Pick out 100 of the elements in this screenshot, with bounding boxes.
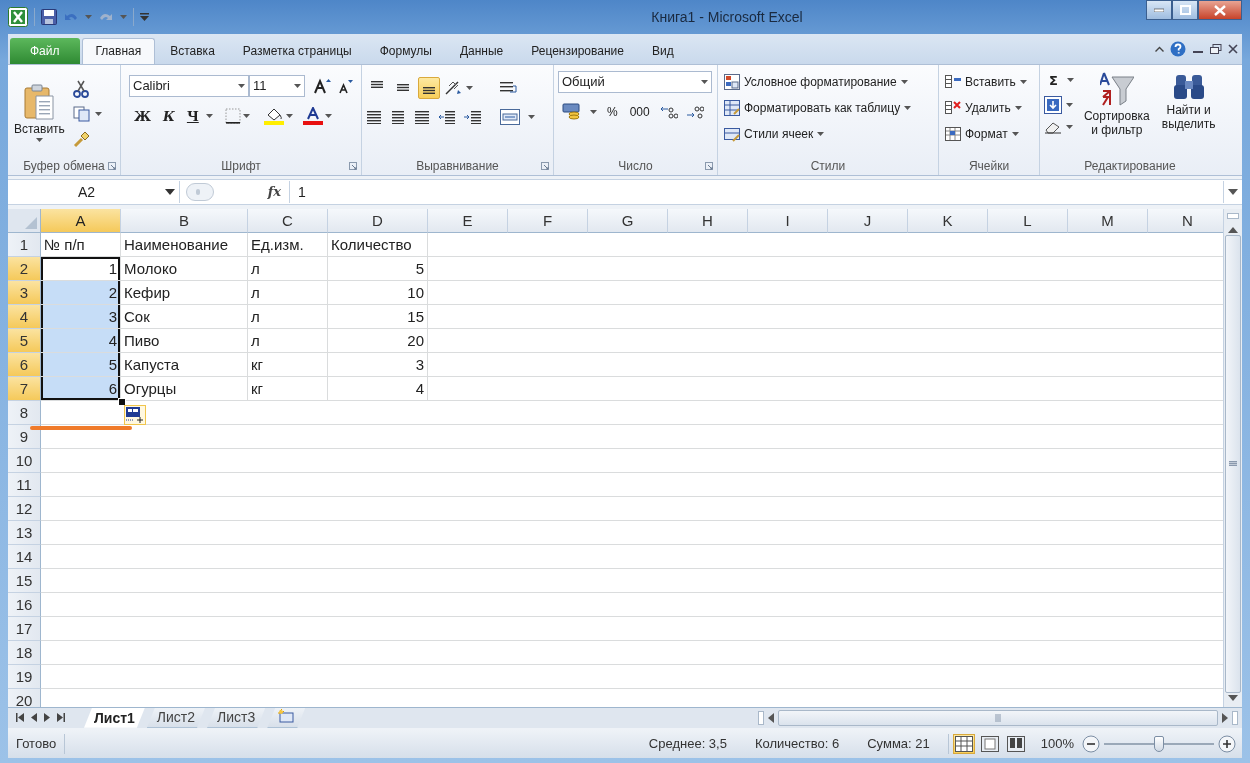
row-header[interactable]: 3 bbox=[8, 280, 41, 305]
scroll-right-icon[interactable] bbox=[1222, 712, 1228, 723]
format-as-table-button[interactable]: Форматировать как таблицу bbox=[722, 96, 914, 119]
find-select-button[interactable]: Найти и выделить bbox=[1159, 68, 1218, 133]
align-left-icon[interactable] bbox=[366, 109, 382, 124]
expand-caret-icon[interactable] bbox=[1228, 188, 1238, 195]
format-painter-icon[interactable] bbox=[72, 129, 91, 148]
page-layout-view-button[interactable] bbox=[978, 733, 1001, 754]
ribbon-tab[interactable]: Вид bbox=[638, 37, 687, 64]
row-header[interactable]: 19 bbox=[8, 664, 41, 689]
font-size-field[interactable]: 11 bbox=[249, 74, 305, 97]
decrease-decimal-icon[interactable] bbox=[685, 103, 704, 120]
column-header[interactable]: K bbox=[908, 208, 988, 233]
row-header[interactable]: 4 bbox=[8, 304, 41, 329]
spreadsheet-logo-icon[interactable] bbox=[8, 6, 28, 27]
cell-styles-button[interactable]: Стили ячеек bbox=[722, 122, 914, 145]
zoom-out-button[interactable] bbox=[1082, 734, 1100, 753]
zoom-level[interactable]: 100% bbox=[1040, 736, 1074, 752]
column-header[interactable]: M bbox=[1068, 208, 1148, 233]
caret-icon[interactable] bbox=[242, 114, 250, 119]
row-header[interactable]: 16 bbox=[8, 592, 41, 617]
sheet-tab[interactable]: Лист3 bbox=[207, 707, 266, 728]
align-right-icon[interactable] bbox=[414, 109, 430, 124]
insert-cells-button[interactable]: Вставить bbox=[943, 70, 1029, 93]
row-header[interactable]: 13 bbox=[8, 520, 41, 545]
row-header[interactable]: 7 bbox=[8, 376, 41, 401]
column-header[interactable]: G bbox=[588, 208, 668, 233]
column-header[interactable]: D bbox=[328, 208, 428, 233]
grow-font-icon[interactable] bbox=[313, 77, 331, 94]
wrap-text-icon[interactable] bbox=[499, 79, 517, 96]
vertical-scroll-thumb[interactable] bbox=[1225, 234, 1241, 693]
column-header[interactable]: I bbox=[748, 208, 828, 233]
column-header[interactable]: B bbox=[121, 208, 248, 233]
currency-format-icon[interactable] bbox=[562, 102, 582, 121]
fill-down-icon[interactable] bbox=[1044, 95, 1062, 114]
row-header[interactable]: 10 bbox=[8, 448, 41, 473]
caret-icon[interactable] bbox=[285, 114, 293, 119]
caret-icon[interactable] bbox=[205, 114, 213, 119]
zoom-slider-thumb[interactable] bbox=[1154, 735, 1164, 752]
column-header[interactable]: A bbox=[41, 208, 121, 233]
italic-button[interactable]: К bbox=[158, 106, 180, 126]
help-icon[interactable] bbox=[1170, 40, 1186, 57]
font-color-icon[interactable] bbox=[302, 107, 323, 126]
paste-button[interactable]: Вставить bbox=[12, 81, 67, 144]
shrink-font-icon[interactable] bbox=[337, 77, 353, 94]
column-header[interactable]: L bbox=[988, 208, 1068, 233]
column-header[interactable]: C bbox=[248, 208, 328, 233]
row-header[interactable]: 17 bbox=[8, 616, 41, 641]
customize-caret-icon[interactable] bbox=[140, 12, 149, 21]
page-break-view-button[interactable] bbox=[1004, 733, 1027, 754]
name-box[interactable]: A2 bbox=[8, 180, 180, 203]
copy-icon[interactable] bbox=[72, 105, 91, 122]
column-header[interactable]: N bbox=[1148, 208, 1223, 233]
normal-view-button[interactable] bbox=[952, 733, 975, 754]
row-header[interactable]: 18 bbox=[8, 640, 41, 665]
caret-icon[interactable] bbox=[1066, 102, 1073, 107]
row-header[interactable]: 5 bbox=[8, 328, 41, 353]
caret-icon[interactable] bbox=[324, 114, 332, 119]
fill-handle[interactable] bbox=[118, 397, 126, 406]
ribbon-tab[interactable]: Формулы bbox=[366, 37, 445, 64]
caret-icon[interactable] bbox=[466, 85, 473, 90]
ribbon-tab[interactable]: Разметка страницы bbox=[229, 37, 365, 64]
decrease-indent-icon[interactable] bbox=[438, 109, 456, 124]
formula-field[interactable]: 1 bbox=[290, 180, 1223, 203]
row-header[interactable]: 15 bbox=[8, 568, 41, 593]
row-header[interactable]: 1 bbox=[8, 232, 41, 257]
restore-window-icon[interactable] bbox=[1210, 43, 1222, 54]
sheet-tab[interactable]: Лист1 bbox=[84, 707, 145, 728]
text-orientation-icon[interactable] bbox=[444, 79, 462, 96]
caret-icon[interactable] bbox=[590, 109, 597, 114]
close-button[interactable] bbox=[1198, 0, 1242, 20]
align-bottom-button[interactable] bbox=[418, 76, 440, 99]
cut-icon[interactable] bbox=[72, 79, 89, 98]
row-header[interactable]: 2 bbox=[8, 256, 41, 281]
caret-icon[interactable] bbox=[528, 114, 535, 119]
maximize-button[interactable] bbox=[1172, 0, 1198, 20]
borders-icon[interactable] bbox=[224, 108, 241, 125]
scroll-left-icon[interactable] bbox=[768, 712, 774, 723]
format-cells-button[interactable]: Формат bbox=[943, 122, 1029, 145]
percent-button[interactable]: % bbox=[605, 102, 620, 121]
number-format-field[interactable]: Общий bbox=[558, 70, 712, 93]
sort-filter-button[interactable]: Сортировка и фильтр bbox=[1081, 68, 1152, 139]
ribbon-tab[interactable]: Рецензирование bbox=[518, 37, 637, 64]
sheet-tab[interactable]: Лист2 bbox=[146, 707, 206, 728]
splitter-handle-icon[interactable] bbox=[186, 182, 214, 201]
row-header[interactable]: 8 bbox=[8, 400, 41, 425]
align-center-icon[interactable] bbox=[390, 109, 406, 124]
zoom-in-button[interactable] bbox=[1218, 734, 1236, 753]
caret-icon[interactable] bbox=[94, 111, 102, 116]
column-header[interactable]: F bbox=[508, 208, 588, 233]
first-sheet-icon[interactable] bbox=[16, 713, 24, 723]
ribbon-tab[interactable]: Данные bbox=[446, 37, 517, 64]
collapse-ribbon-icon[interactable] bbox=[1155, 45, 1164, 52]
next-sheet-icon[interactable] bbox=[44, 713, 50, 723]
column-header[interactable]: H bbox=[668, 208, 748, 233]
delete-cells-button[interactable]: Удалить bbox=[943, 96, 1029, 119]
minimize-button[interactable] bbox=[1146, 0, 1172, 20]
underline-button[interactable]: Ч bbox=[181, 106, 204, 126]
ribbon-tab[interactable]: Вставка bbox=[157, 37, 228, 64]
horizontal-scroll-thumb[interactable] bbox=[778, 709, 1218, 726]
